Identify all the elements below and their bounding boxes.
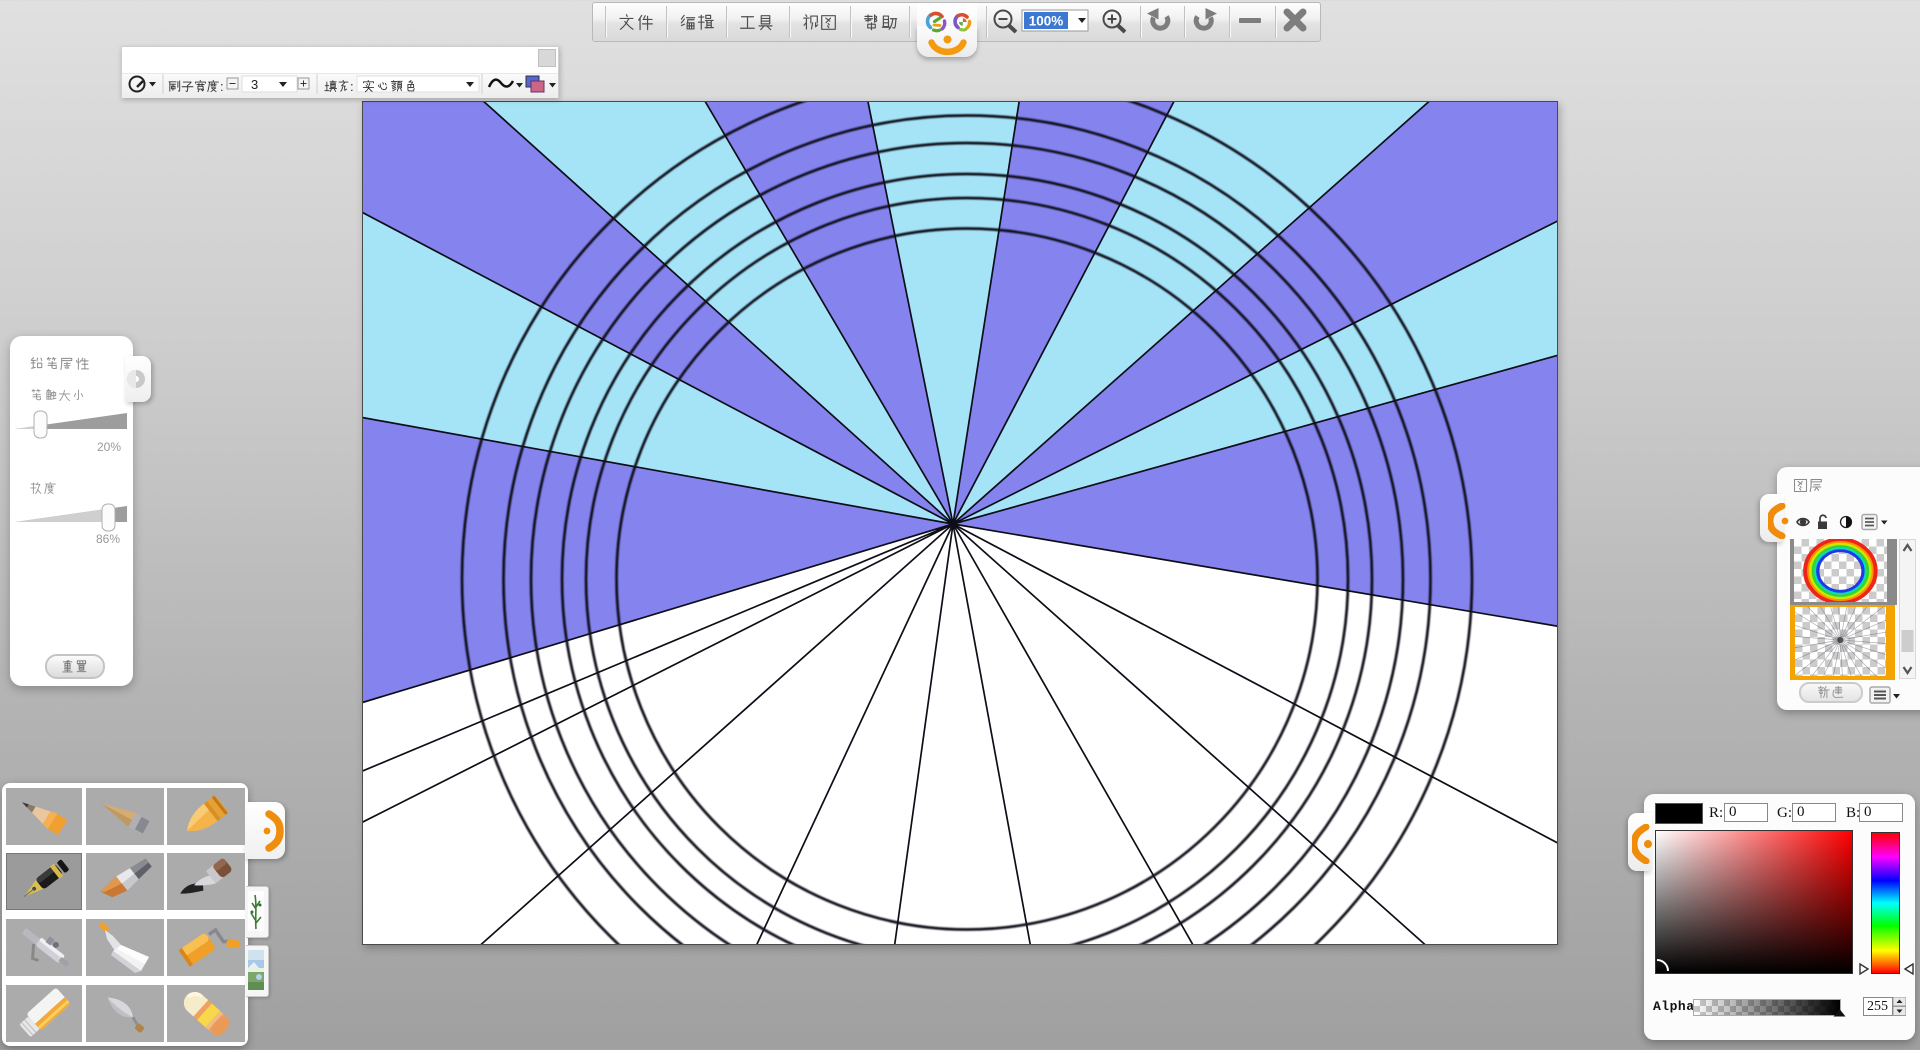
svg-text:3: 3 [251,77,258,92]
svg-text:100%: 100% [1029,14,1064,29]
